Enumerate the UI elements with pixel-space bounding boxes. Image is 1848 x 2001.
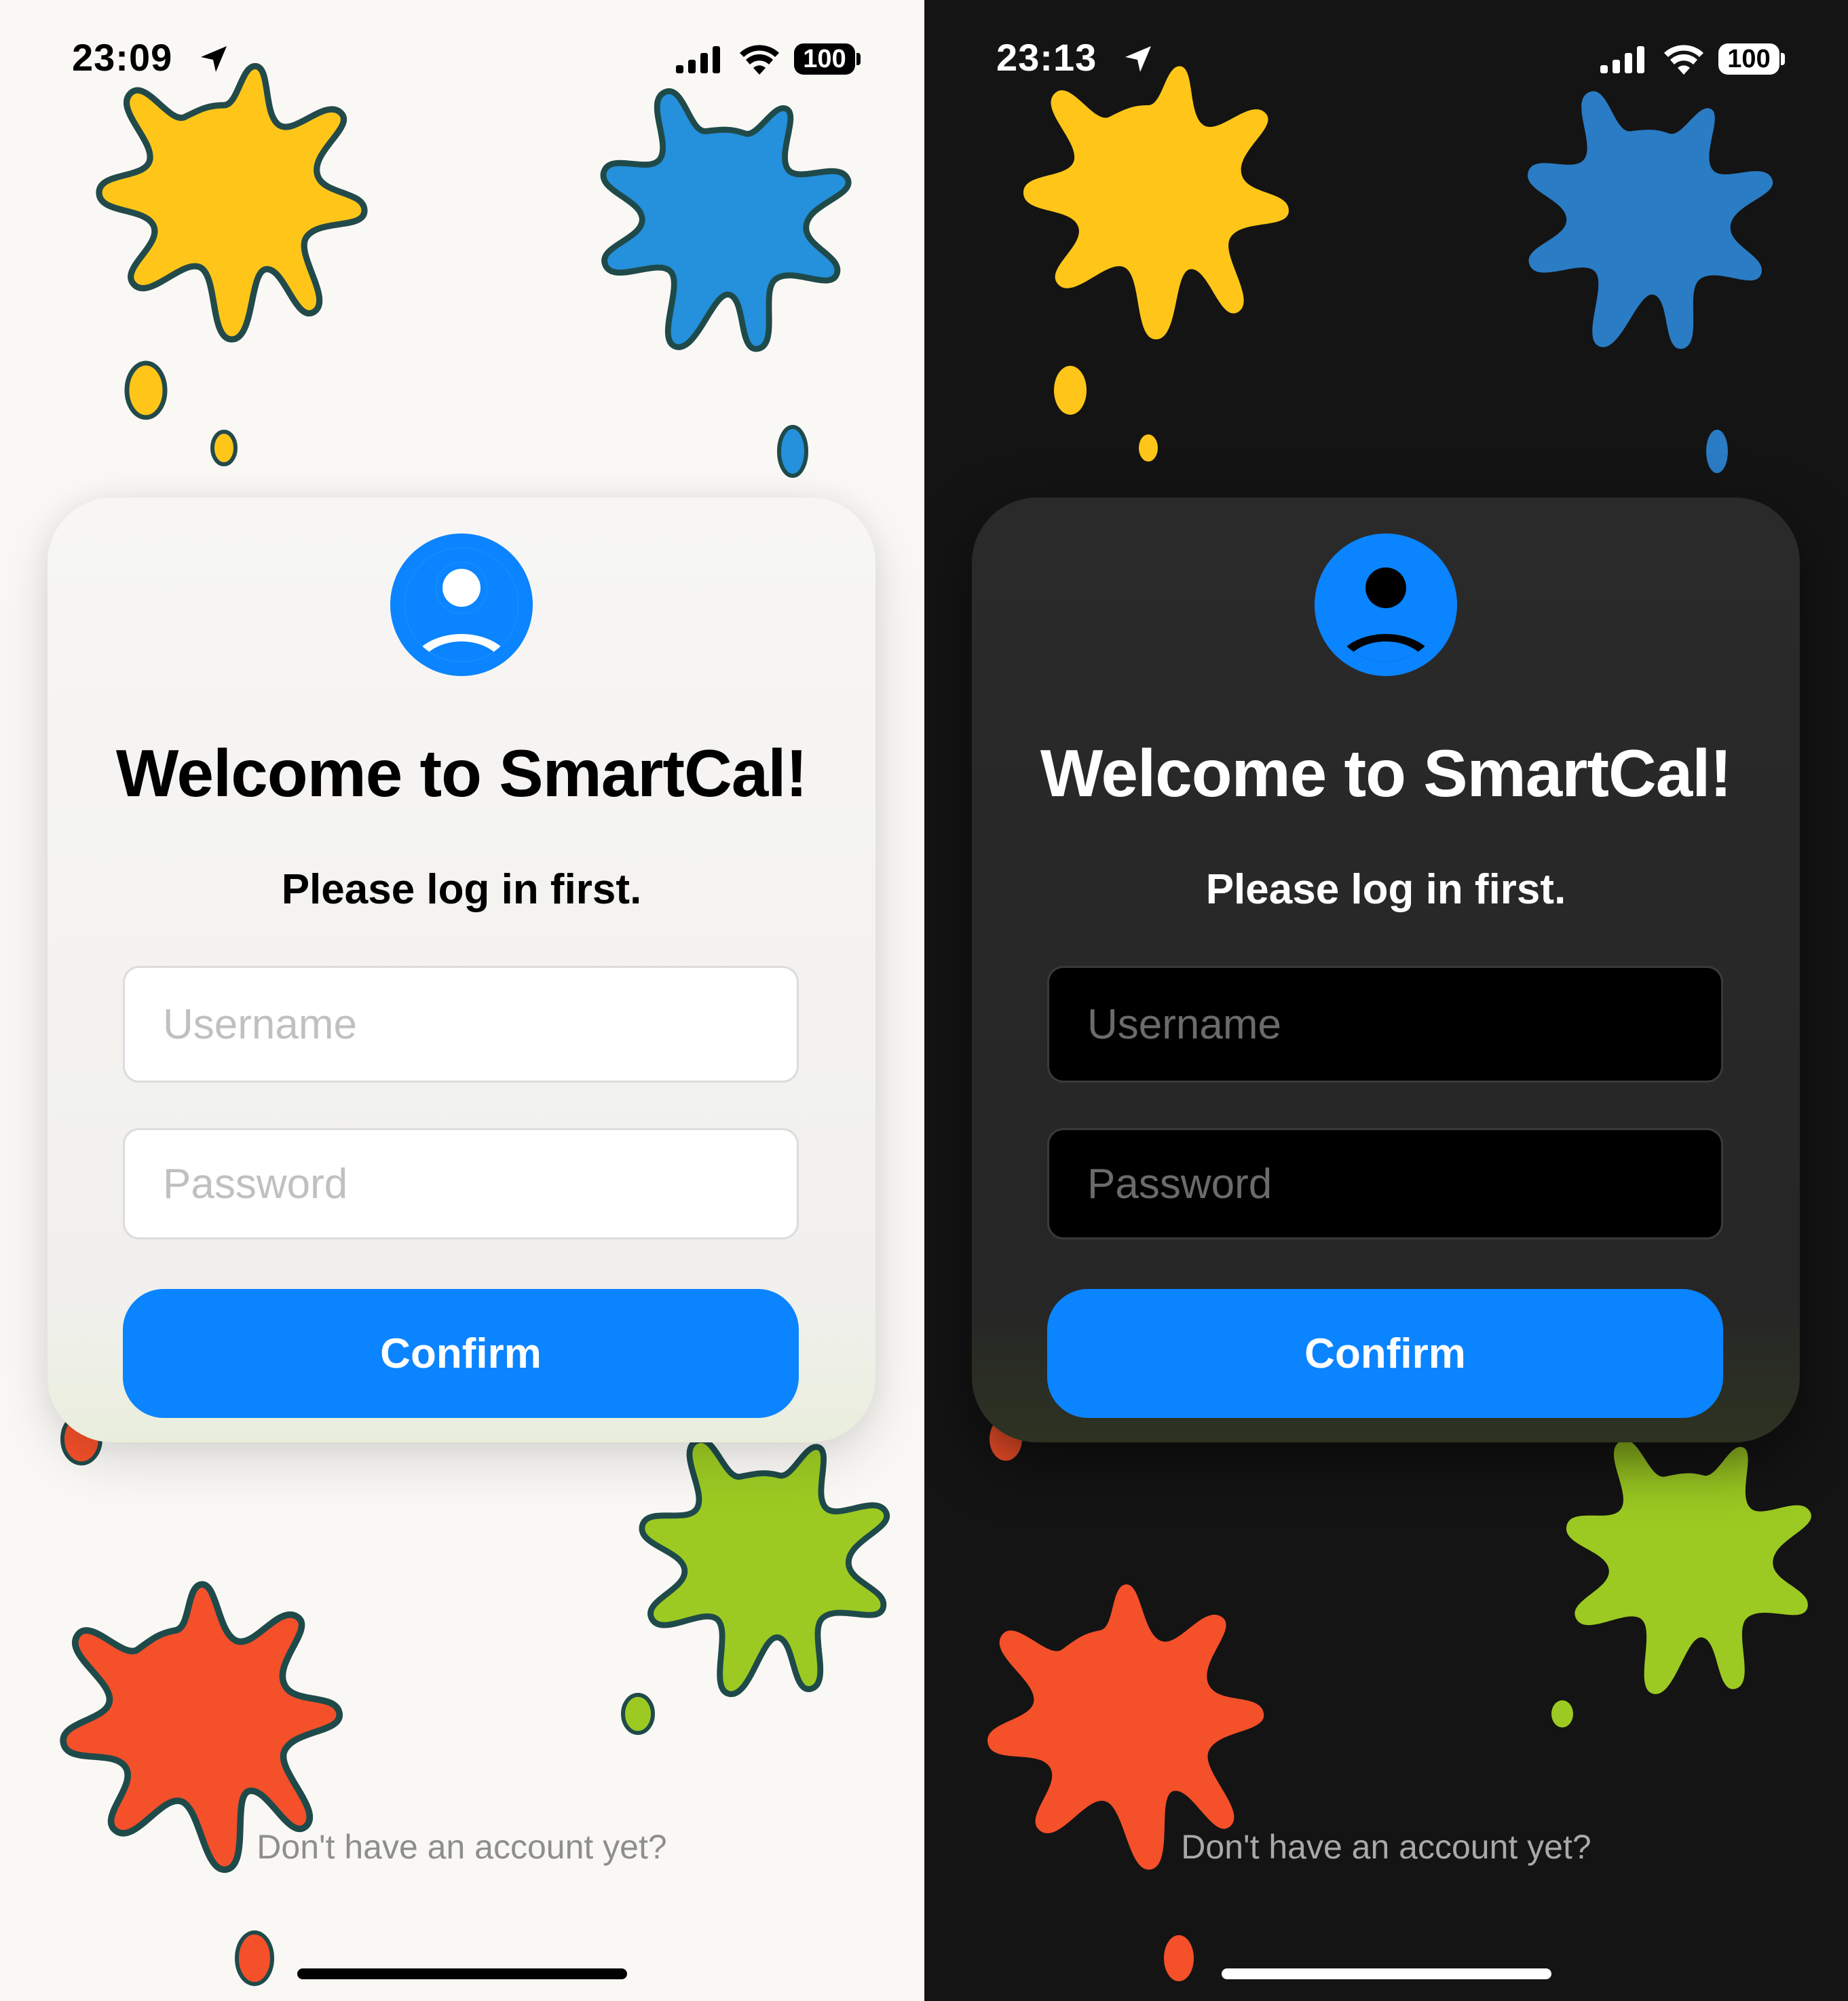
login-subtitle: Please log in first. xyxy=(1205,866,1566,913)
cellular-signal-icon xyxy=(676,46,720,73)
confirm-button[interactable]: Confirm xyxy=(123,1289,799,1418)
signup-link[interactable]: Don't have an account yet? xyxy=(0,1827,924,1867)
home-indicator[interactable] xyxy=(1222,1968,1551,1979)
location-arrow-icon xyxy=(201,46,227,72)
welcome-title: Welcome to SmartCal! xyxy=(115,736,808,810)
home-indicator[interactable] xyxy=(297,1968,627,1979)
status-icons: 100 xyxy=(676,41,873,81)
battery-tip xyxy=(856,53,861,65)
login-card: Welcome to SmartCal! Please log in first… xyxy=(972,498,1800,1442)
wifi-icon xyxy=(740,45,779,75)
username-field[interactable] xyxy=(1047,966,1723,1083)
login-subtitle: Please log in first. xyxy=(281,866,642,913)
status-bar: 23:13 100 xyxy=(924,0,1848,122)
cellular-signal-icon xyxy=(1600,46,1644,73)
wifi-icon xyxy=(1664,45,1703,75)
login-card: Welcome to SmartCal! Please log in first… xyxy=(48,498,875,1442)
status-icons: 100 xyxy=(1600,41,1797,81)
login-screen-light: 23:09 100 Welcome to SmartCal! Please lo… xyxy=(0,0,924,2001)
status-bar: 23:09 100 xyxy=(0,0,924,122)
battery-icon: 100 xyxy=(1718,43,1779,75)
confirm-button[interactable]: Confirm xyxy=(1047,1289,1723,1418)
status-time: 23:13 xyxy=(996,36,1097,79)
status-time: 23:09 xyxy=(72,36,173,79)
username-field[interactable] xyxy=(123,966,799,1083)
welcome-title: Welcome to SmartCal! xyxy=(1040,736,1732,810)
password-field[interactable] xyxy=(1047,1128,1723,1239)
password-field[interactable] xyxy=(123,1128,799,1239)
person-circle-icon xyxy=(1315,534,1457,676)
login-screen-dark: 23:13 100 Welcome to SmartCal! Please lo… xyxy=(924,0,1848,2001)
battery-icon: 100 xyxy=(794,43,855,75)
person-circle-icon xyxy=(390,534,533,676)
signup-link[interactable]: Don't have an account yet? xyxy=(924,1827,1848,1867)
location-arrow-icon xyxy=(1125,46,1151,72)
battery-tip xyxy=(1781,53,1785,65)
